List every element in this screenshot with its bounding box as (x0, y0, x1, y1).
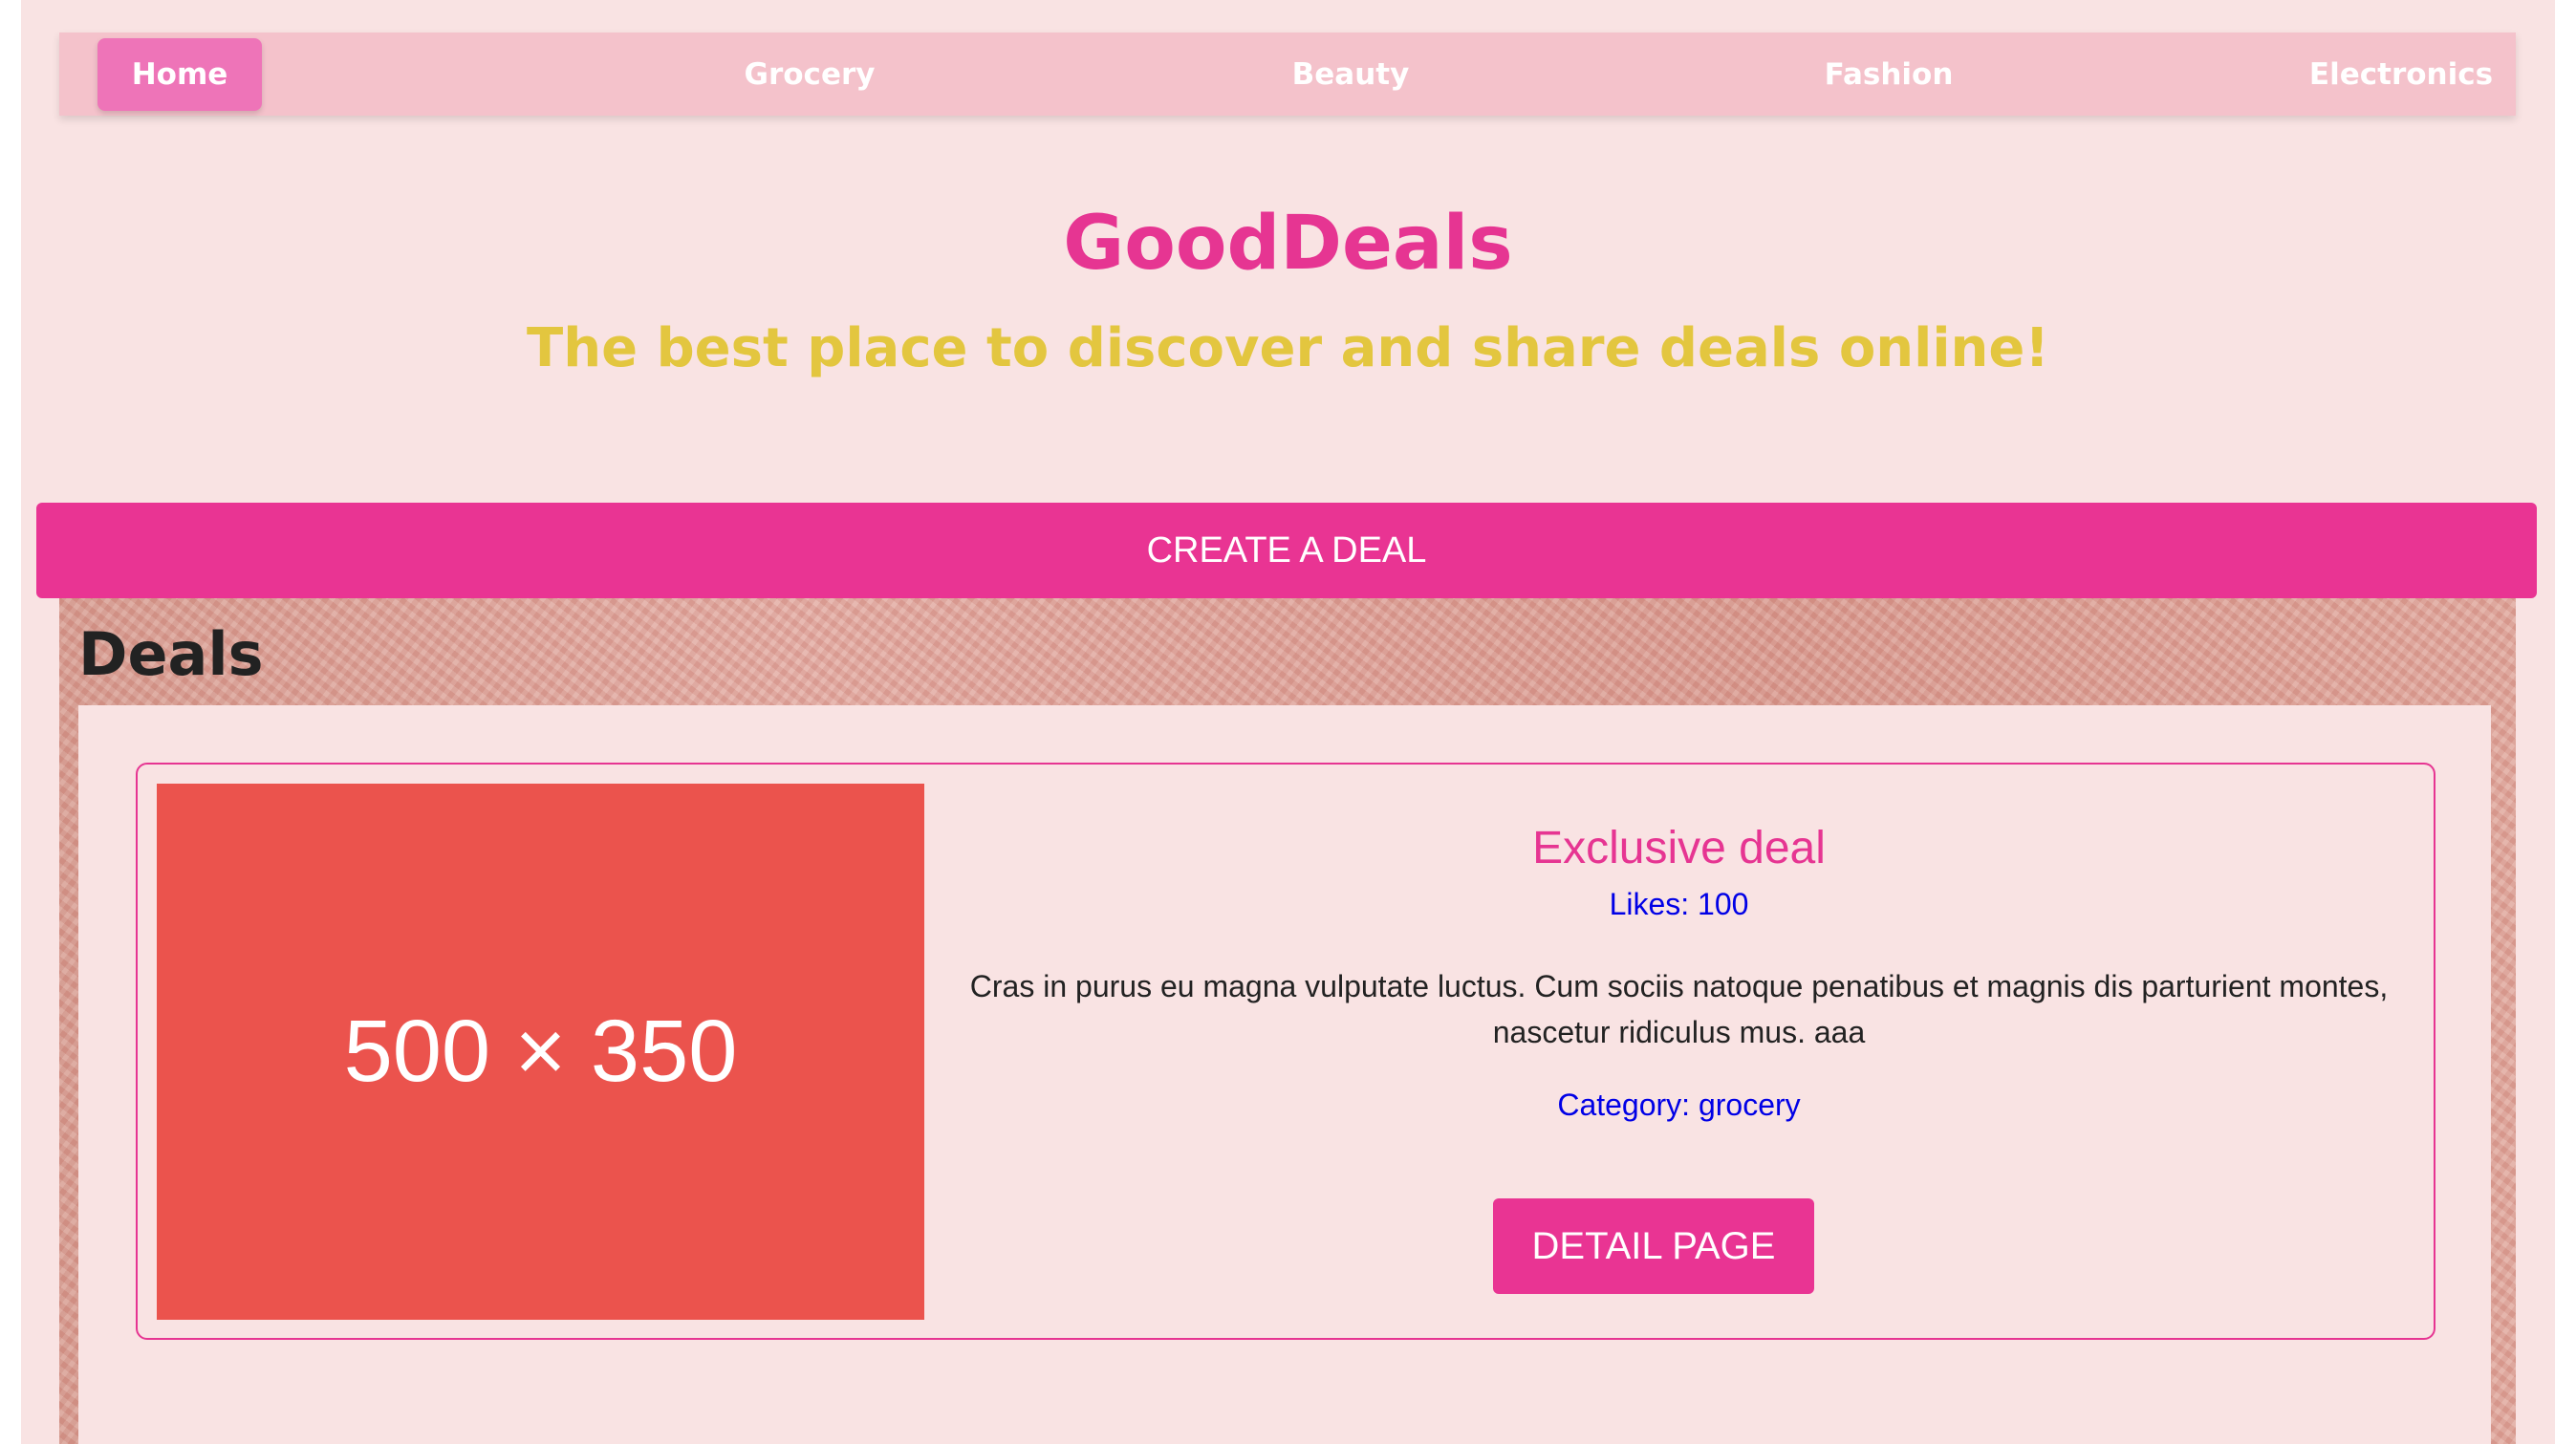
top-navbar: Home Grocery Beauty Fashion Electronics (59, 32, 2516, 116)
create-deal-button[interactable]: CREATE A DEAL (36, 503, 2537, 598)
deals-list: 500 × 350 Exclusive deal Likes: 100 Cras… (78, 705, 2491, 1444)
deal-likes: Likes: 100 (1609, 887, 1749, 921)
nav-item-electronics[interactable]: Electronics (2286, 32, 2516, 116)
nav-item-fashion[interactable]: Fashion (1779, 32, 1999, 116)
deal-image-placeholder: 500 × 350 (157, 784, 924, 1320)
nav-item-grocery[interactable]: Grocery (700, 32, 920, 116)
deal-description: Cras in purus eu magna vulputate luctus.… (969, 969, 2389, 1049)
nav-item-home[interactable]: Home (97, 38, 262, 111)
site-tagline: The best place to discover and share dea… (527, 317, 2049, 379)
detail-page-button[interactable]: DETAIL PAGE (1493, 1198, 1814, 1294)
deal-card: 500 × 350 Exclusive deal Likes: 100 Cras… (136, 763, 2435, 1340)
nav-item-beauty[interactable]: Beauty (1241, 32, 1461, 116)
deal-title: Exclusive deal (1532, 823, 1826, 873)
deal-category: Category: grocery (1557, 1088, 1801, 1122)
site-title: GoodDeals (1063, 201, 1513, 287)
deals-heading: Deals (78, 619, 264, 689)
deals-section: Deals 500 × 350 Exclusive deal Likes: 10… (59, 598, 2516, 1444)
deal-body: Exclusive deal Likes: 100 Cras in purus … (941, 765, 2417, 1342)
